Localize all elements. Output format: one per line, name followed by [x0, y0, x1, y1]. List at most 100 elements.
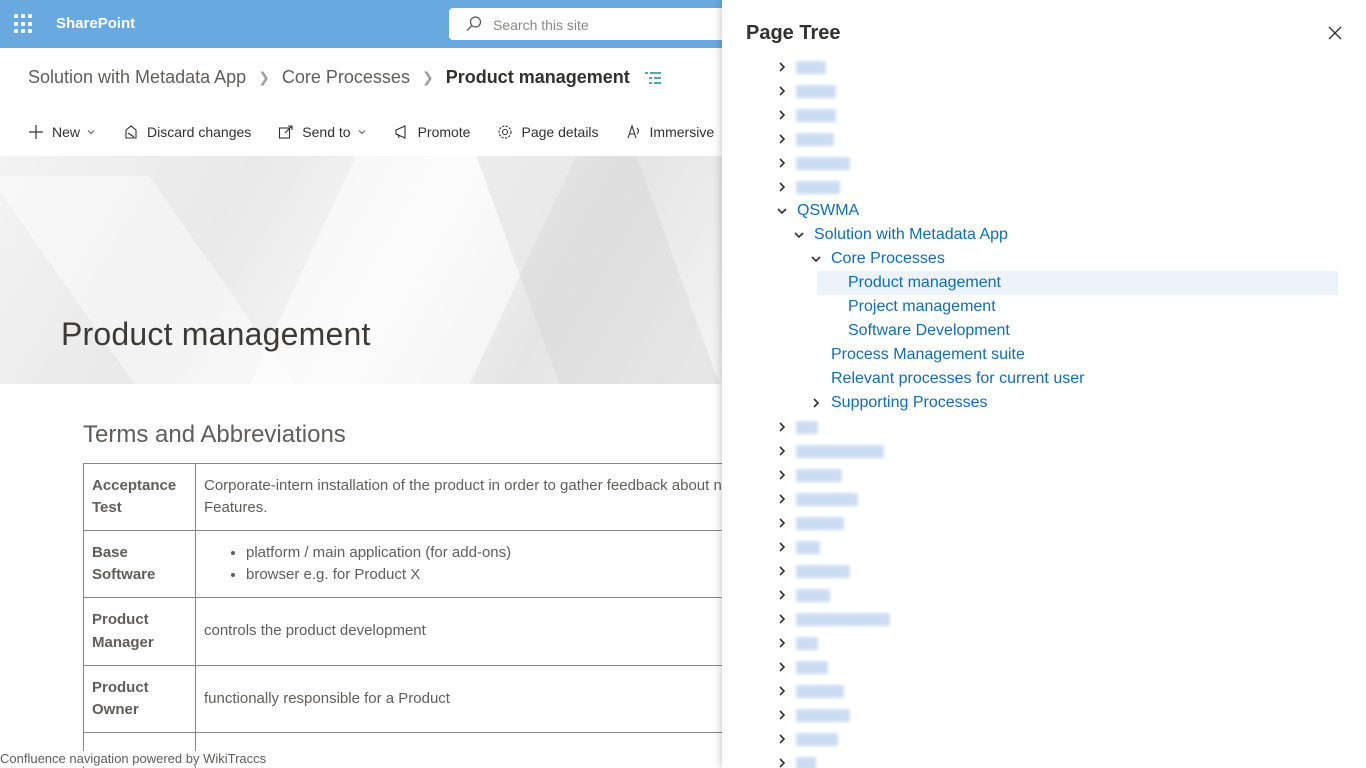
redacted-label: [796, 85, 836, 98]
chevron-right-icon[interactable]: [777, 182, 787, 192]
chevron-right-icon[interactable]: [777, 734, 787, 744]
tree-label[interactable]: Supporting Processes: [831, 394, 988, 412]
tree-item[interactable]: [722, 751, 1366, 768]
redacted-label: [796, 181, 840, 194]
new-button[interactable]: New: [28, 118, 96, 146]
app-launcher-icon[interactable]: [14, 14, 34, 34]
tree-item[interactable]: [722, 487, 1366, 511]
chevron-right-icon[interactable]: [777, 542, 787, 552]
share-icon: [279, 125, 293, 139]
definition-cell: Corporate-intern installation of the pro…: [195, 463, 722, 531]
tree-item[interactable]: [722, 655, 1366, 679]
tree-item[interactable]: [722, 559, 1366, 583]
breadcrumb-item-solution[interactable]: Solution with Metadata App: [28, 67, 246, 88]
tree-item[interactable]: [722, 55, 1366, 79]
tree-item[interactable]: [722, 127, 1366, 151]
tree-item[interactable]: [722, 175, 1366, 199]
tree-label[interactable]: Relevant processes for current user: [831, 370, 1084, 388]
chevron-right-icon[interactable]: [777, 662, 787, 672]
tree-item-relevant-processes[interactable]: Relevant processes for current user: [722, 367, 1366, 391]
discard-changes-button[interactable]: Discard changes: [123, 118, 251, 146]
tree-item[interactable]: [722, 415, 1366, 439]
tree-item[interactable]: [722, 679, 1366, 703]
redacted-label: [796, 589, 830, 602]
footer-note: Confluence navigation powered by WikiTra…: [0, 751, 271, 766]
tree-item-core-processes[interactable]: Core Processes: [722, 247, 1366, 271]
chevron-right-icon[interactable]: [777, 470, 787, 480]
chevron-right-icon[interactable]: [777, 86, 787, 96]
chevron-right-icon[interactable]: [777, 494, 787, 504]
page-navigation-icon[interactable]: [644, 71, 662, 85]
search-placeholder: Search this site: [493, 17, 589, 33]
tree-item[interactable]: [722, 535, 1366, 559]
redacted-label: [796, 517, 844, 530]
chevron-right-icon[interactable]: [777, 758, 787, 768]
tree-item[interactable]: [722, 727, 1366, 751]
immersive-reader-icon: [627, 124, 639, 139]
brand-name[interactable]: SharePoint: [56, 15, 135, 32]
chevron-right-icon[interactable]: [777, 422, 787, 432]
tree-item-process-management-suite[interactable]: Process Management suite: [722, 343, 1366, 367]
promote-button[interactable]: Promote: [394, 118, 470, 146]
table-row: Product Manager controls the product dev…: [83, 597, 722, 666]
search-box[interactable]: Search this site: [449, 8, 722, 40]
tree-item[interactable]: [722, 439, 1366, 463]
chevron-right-icon[interactable]: [777, 686, 787, 696]
chevron-down-icon[interactable]: [811, 254, 821, 264]
tree-item[interactable]: [722, 703, 1366, 727]
page-tree-panel: Page Tree QSWMA Solution with Metadata A…: [722, 0, 1366, 768]
tree-label[interactable]: Process Management suite: [831, 346, 1025, 364]
tree-label[interactable]: QSWMA: [797, 202, 859, 220]
plus-icon: [29, 125, 43, 139]
chevron-right-icon[interactable]: [777, 590, 787, 600]
tree-label[interactable]: Project management: [848, 298, 996, 316]
tree-item-product-management[interactable]: Product management: [722, 271, 1366, 295]
chevron-right-icon[interactable]: [777, 446, 787, 456]
tree-label[interactable]: Core Processes: [831, 250, 945, 268]
list-item: platform / main application (for add-ons…: [246, 542, 722, 565]
chevron-down-icon[interactable]: [777, 206, 787, 216]
chevron-right-icon[interactable]: [777, 710, 787, 720]
redacted-label: [796, 613, 890, 626]
redacted-label: [796, 421, 818, 434]
redacted-label: [796, 61, 826, 74]
redacted-label: [796, 733, 838, 746]
tree-item-qswma[interactable]: QSWMA: [722, 199, 1366, 223]
page-details-button[interactable]: Page details: [497, 118, 599, 146]
tree-label[interactable]: Software Development: [848, 322, 1010, 340]
send-to-button[interactable]: Send to: [278, 118, 366, 146]
discard-label: Discard changes: [147, 124, 252, 140]
tree-item[interactable]: [722, 583, 1366, 607]
immersive-reader-button[interactable]: Immersive: [626, 118, 715, 146]
tree-label[interactable]: Solution with Metadata App: [814, 226, 1008, 244]
tree-item[interactable]: [722, 151, 1366, 175]
sharepoint-page: SharePoint Search this site Solution wit…: [0, 0, 722, 768]
table-row: Acceptance Test Corporate-intern install…: [83, 463, 722, 531]
close-icon[interactable]: [1328, 26, 1342, 40]
chevron-right-icon[interactable]: [777, 614, 787, 624]
term-cell: Product Manager: [83, 597, 196, 666]
page-title: Product management: [61, 316, 371, 352]
chevron-right-icon[interactable]: [777, 566, 787, 576]
chevron-right-icon[interactable]: [777, 638, 787, 648]
tree-item[interactable]: [722, 511, 1366, 535]
tree-item[interactable]: [722, 631, 1366, 655]
tree-item[interactable]: [722, 103, 1366, 127]
chevron-right-icon[interactable]: [777, 134, 787, 144]
breadcrumb-item-core-processes[interactable]: Core Processes: [282, 67, 410, 88]
tree-item-solution[interactable]: Solution with Metadata App: [722, 223, 1366, 247]
chevron-right-icon[interactable]: [777, 158, 787, 168]
chevron-right-icon[interactable]: [777, 518, 787, 528]
tree-item[interactable]: [722, 607, 1366, 631]
tree-item[interactable]: [722, 79, 1366, 103]
tree-item-software-development[interactable]: Software Development: [722, 319, 1366, 343]
chevron-down-icon[interactable]: [794, 230, 804, 240]
tree-item-project-management[interactable]: Project management: [722, 295, 1366, 319]
tree-label[interactable]: Product management: [848, 274, 1001, 292]
chevron-right-icon[interactable]: [811, 398, 821, 408]
tree-item-supporting-processes[interactable]: Supporting Processes: [722, 391, 1366, 415]
immersive-label: Immersive: [649, 124, 715, 140]
chevron-right-icon[interactable]: [777, 110, 787, 120]
chevron-right-icon[interactable]: [777, 62, 787, 72]
tree-item[interactable]: [722, 463, 1366, 487]
